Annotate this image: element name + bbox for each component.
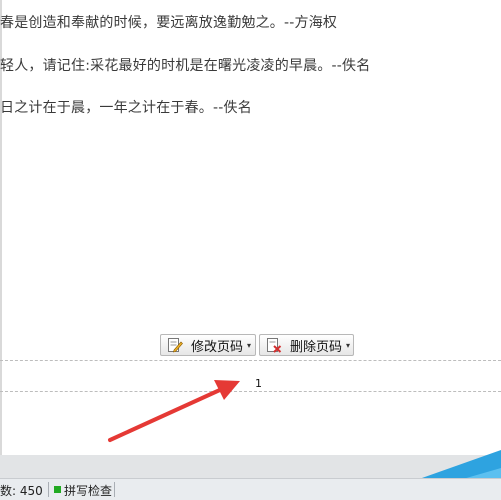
spell-check-button[interactable]: 拼写检查 <box>64 482 112 499</box>
word-count[interactable]: 数: 450 <box>0 482 43 499</box>
delete-page-number-label: 删除页码 <box>290 339 343 355</box>
spell-check-indicator-icon <box>54 486 61 493</box>
edit-page-number-label: 修改页码 <box>191 339 244 355</box>
document-text-line: 春是创造和奉献的时候，要远离放逸勤勉之。--方海权 <box>0 15 338 31</box>
edit-page-number-button[interactable]: 修改页码 ▾ <box>160 334 256 356</box>
document-text-line: 轻人，请记住:采花最好的时机是在曙光凌凌的早晨。--佚名 <box>0 58 371 74</box>
footer-bottom-boundary <box>0 391 501 392</box>
delete-page-number-button[interactable]: 删除页码 ▾ <box>259 334 354 356</box>
footer-page-number[interactable]: 1 <box>255 377 262 390</box>
document-text-line: 日之计在于晨，一年之计在于春。--佚名 <box>0 100 252 116</box>
footer-top-boundary <box>0 360 501 361</box>
delete-page-number-icon <box>267 338 282 353</box>
edit-page-number-icon <box>168 338 183 353</box>
dropdown-caret-icon: ▾ <box>247 340 252 350</box>
status-separator <box>114 482 115 497</box>
dropdown-caret-icon: ▾ <box>346 340 351 350</box>
status-bar: 数: 450 拼写检查 <box>0 478 501 500</box>
status-separator <box>48 482 49 497</box>
document-page: 春是创造和奉献的时候，要远离放逸勤勉之。--方海权 轻人，请记住:采花最好的时机… <box>0 0 501 478</box>
